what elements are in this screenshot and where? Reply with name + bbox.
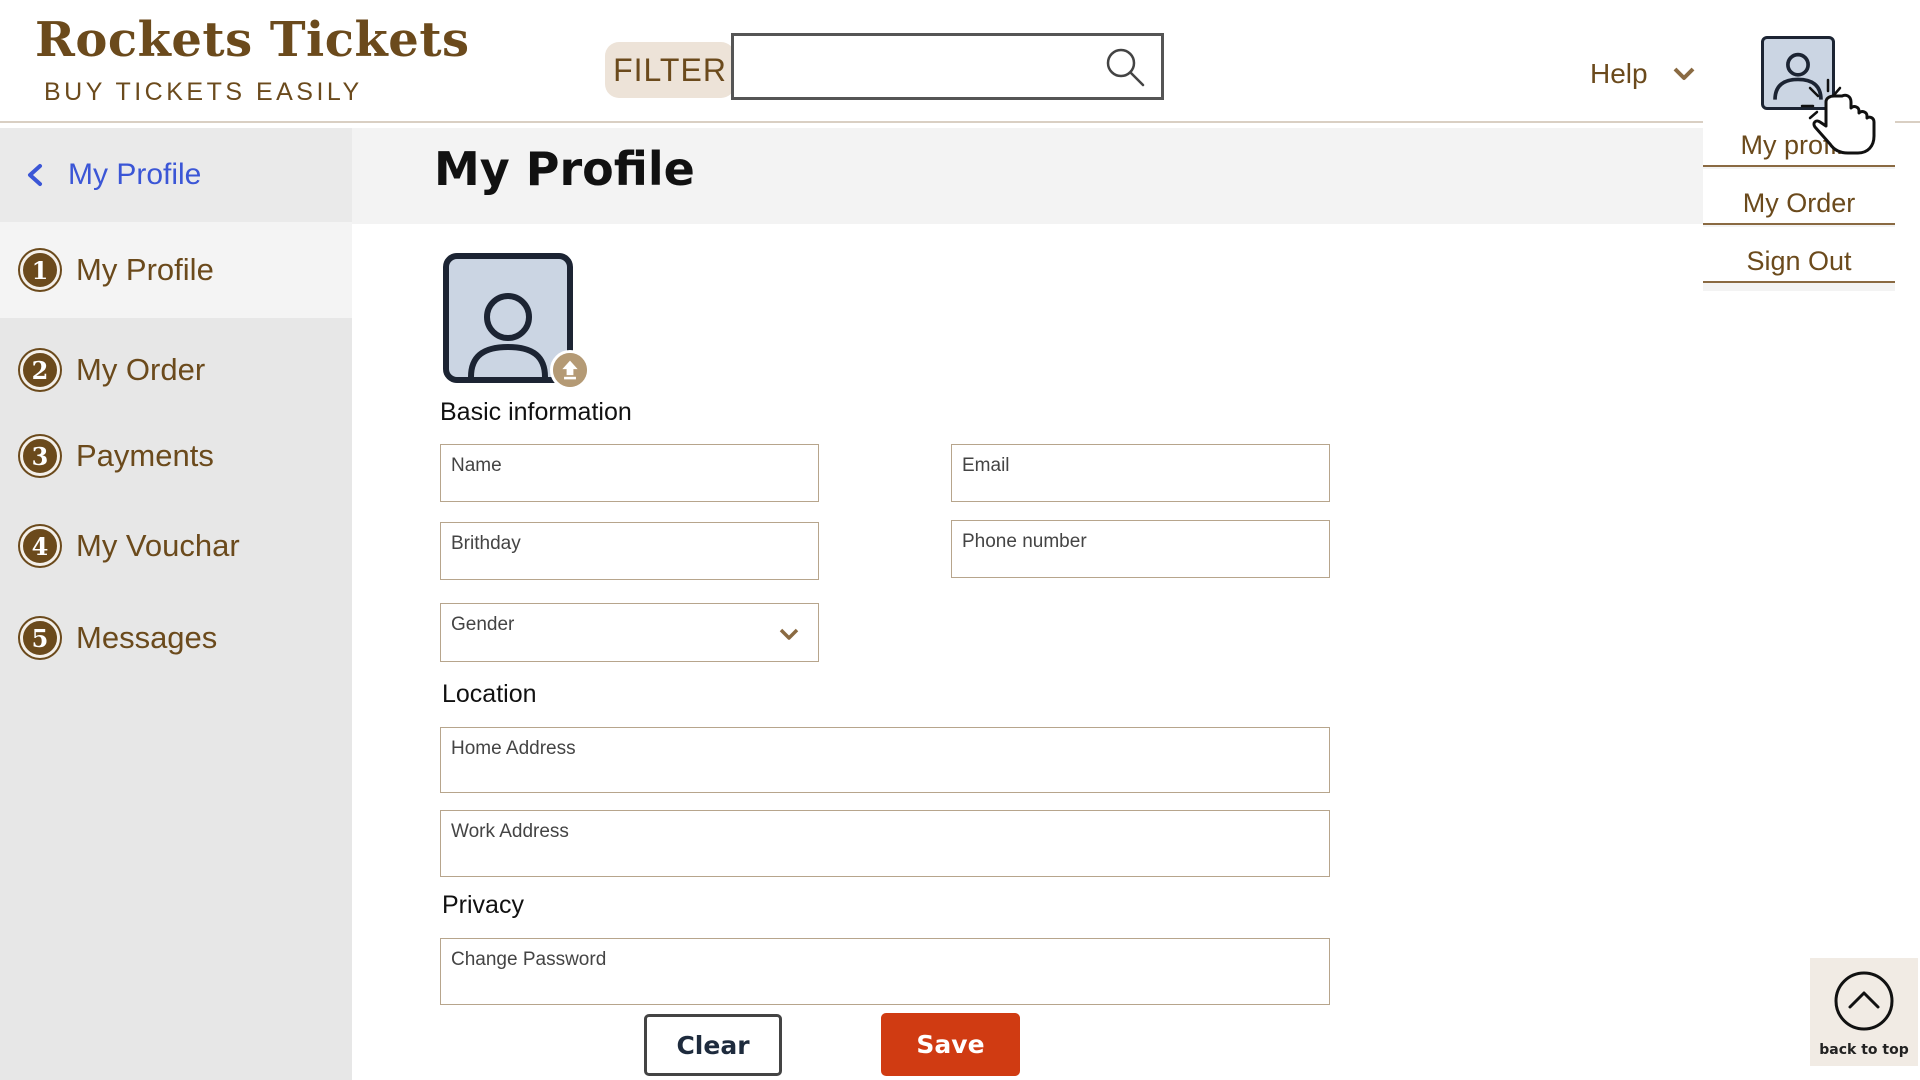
section-heading-privacy: Privacy — [442, 891, 524, 919]
clear-button[interactable]: Clear — [644, 1014, 782, 1076]
name-field[interactable]: Name — [440, 444, 819, 502]
field-label: Change Password — [451, 949, 607, 970]
chevron-up-circle-icon — [1834, 971, 1894, 1031]
sidebar-header-label: My Profile — [68, 158, 202, 191]
phone-input[interactable] — [962, 553, 1319, 575]
step-number-badge: 4 — [20, 526, 60, 566]
sidebar-item-my-profile[interactable]: 1 My Profile — [0, 222, 352, 318]
sidebar-item-label: My Vouchar — [76, 528, 240, 563]
save-button[interactable]: Save — [881, 1013, 1020, 1076]
user-icon — [468, 293, 548, 377]
birthday-field[interactable]: Brithday — [440, 522, 819, 580]
sidebar-item-label: My Profile — [76, 252, 214, 287]
step-number-badge: 2 — [20, 350, 60, 390]
sidebar-item-label: Messages — [76, 620, 218, 655]
field-label: Phone number — [962, 531, 1087, 552]
email-input[interactable] — [962, 477, 1319, 499]
field-label: Brithday — [451, 533, 521, 554]
step-number-badge: 1 — [20, 250, 60, 290]
search-input[interactable] — [742, 44, 1092, 88]
section-heading-location: Location — [442, 680, 537, 708]
chevron-down-icon — [1673, 67, 1695, 80]
user-avatar-button[interactable] — [1761, 36, 1835, 110]
header-divider — [0, 121, 1920, 123]
gender-select[interactable]: Gender — [440, 603, 819, 662]
sidebar-item-label: My Order — [76, 352, 206, 387]
help-menu[interactable]: Help — [1590, 58, 1696, 90]
chevron-left-icon — [28, 164, 42, 186]
home-address-input[interactable] — [451, 760, 1319, 782]
section-heading-basic-info: Basic information — [440, 398, 632, 426]
search-box[interactable] — [731, 33, 1164, 100]
page-title: My Profile — [434, 142, 695, 196]
sidebar: My Profile 1 My Profile 2 My Order 3 Pay… — [0, 128, 352, 1080]
step-number-badge: 5 — [20, 618, 60, 658]
sidebar-item-messages[interactable]: 5 Messages — [0, 590, 352, 686]
search-icon[interactable] — [1103, 45, 1147, 89]
field-label: Gender — [451, 614, 515, 635]
field-label: Work Address — [451, 821, 569, 842]
sidebar-item-label: Payments — [76, 438, 214, 473]
sidebar-item-payments[interactable]: 3 Payments — [0, 408, 352, 504]
menu-item-sign-out[interactable]: Sign Out — [1703, 227, 1895, 283]
change-password-field[interactable]: Change Password — [440, 938, 1330, 1005]
home-address-field[interactable]: Home Address — [440, 727, 1330, 793]
chevron-down-icon — [779, 628, 799, 640]
field-label: Name — [451, 455, 502, 476]
sidebar-back-link[interactable]: My Profile — [0, 128, 352, 222]
menu-item-my-profile[interactable]: My profile — [1703, 111, 1895, 167]
brand-tagline: BUY TICKETS EASILY — [44, 78, 363, 106]
sidebar-item-my-voucher[interactable]: 4 My Vouchar — [0, 498, 352, 594]
password-input[interactable] — [451, 971, 1319, 993]
work-address-input[interactable] — [451, 843, 1319, 865]
back-to-top-label: back to top — [1819, 1042, 1909, 1058]
top-header: Rockets Tickets BUY TICKETS EASILY FILTE… — [0, 0, 1920, 123]
back-to-top-button[interactable]: back to top — [1810, 958, 1918, 1066]
phone-number-field[interactable]: Phone number — [951, 520, 1330, 578]
brand-title[interactable]: Rockets Tickets — [35, 12, 470, 68]
email-field[interactable]: Email — [951, 444, 1330, 502]
birthday-input[interactable] — [451, 555, 808, 577]
menu-item-my-order[interactable]: My Order — [1703, 169, 1895, 225]
field-label: Home Address — [451, 738, 576, 759]
filter-button[interactable]: FILTER — [605, 42, 735, 98]
step-number-badge: 3 — [20, 436, 60, 476]
user-dropdown-menu: My profile My Order Sign Out — [1703, 111, 1895, 291]
sidebar-item-my-order[interactable]: 2 My Order — [0, 322, 352, 418]
user-icon — [1773, 52, 1823, 100]
name-input[interactable] — [451, 477, 808, 499]
field-label: Email — [962, 455, 1010, 476]
upload-icon[interactable] — [550, 350, 590, 390]
help-label: Help — [1590, 58, 1648, 89]
work-address-field[interactable]: Work Address — [440, 810, 1330, 877]
